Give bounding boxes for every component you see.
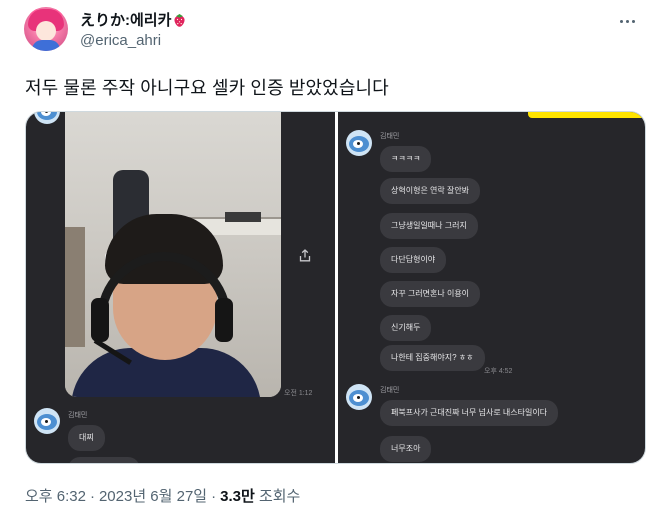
notification-bar (528, 112, 645, 118)
chat-bubble: ㅋㅋㅋㅋ (380, 146, 432, 172)
separator-dot: · (89, 488, 95, 505)
chat-bubble: 나한테 집중해야지? ㅎㅎ (380, 345, 485, 371)
sender-name: 김태민 (380, 387, 400, 394)
chat-bubble-partial (68, 457, 140, 463)
tweet-meta: 오후 6:32 · 2023년 6월 27일 · 3.3만 조회수 (25, 485, 300, 506)
message-timestamp: 오후 4:52 (484, 368, 513, 375)
author-avatar[interactable] (24, 7, 68, 51)
chat-bubble: 그냥생일일때나 그러지 (380, 213, 478, 239)
views-label: 조회수 (258, 488, 301, 505)
sender-name: 김태민 (68, 412, 88, 419)
author-handle[interactable]: @erica_ahri (80, 32, 161, 49)
tweet-date[interactable]: 2023년 6월 27일 (99, 488, 207, 505)
tweet-text: 저두 물론 주작 아니구요 셀카 인증 받았었습니다 (25, 78, 389, 98)
chat-bubble: 너무조아 (380, 436, 432, 462)
author-display-name[interactable]: えりか:에리카 (80, 9, 186, 30)
chat-avatar (346, 130, 372, 156)
selfie-photo (65, 112, 281, 397)
chat-bubble: 대찌 (68, 425, 105, 451)
share-icon[interactable] (294, 244, 316, 266)
chat-bubble: 자꾸 그러면혼나 이용이 (380, 281, 481, 307)
more-icon[interactable] (617, 13, 637, 29)
chat-avatar (34, 112, 60, 124)
chat-avatar (34, 408, 60, 434)
chat-bubble: 페북프사가 근대진짜 너무 넘사로 내스타일이다 (380, 400, 559, 426)
views-count: 3.3만 (220, 488, 255, 505)
tweet-time[interactable]: 오후 6:32 (25, 488, 86, 505)
chat-bubble: 신기해두 (380, 315, 432, 341)
chat-screenshot-left[interactable]: 오전 1:12 김태민 대찌 (26, 112, 335, 463)
author-name-text: えりか:에리카 (80, 12, 172, 29)
chat-bubble: 상혁이형은 연락 잘안봐 (380, 178, 481, 204)
sender-name: 김태민 (380, 133, 400, 140)
media-container[interactable]: 오전 1:12 김태민 대찌 김태민 ㅋㅋㅋㅋ 상혁이형은 연락 잘안봐 그냥생… (25, 111, 646, 464)
separator-dot: · (211, 488, 217, 505)
chat-screenshot-right[interactable]: 김태민 ㅋㅋㅋㅋ 상혁이형은 연락 잘안봐 그냥생일일때나 그러지 다단답형이야… (338, 112, 645, 463)
chat-bubble: 다단답형이야 (380, 247, 447, 273)
photo-timestamp: 오전 1:12 (284, 390, 313, 397)
strawberry-emoji (173, 13, 186, 27)
tweet: えりか:에리카 @erica_ahri 저두 물론 주작 아니구요 셀카 인증 … (0, 0, 661, 520)
chat-avatar (346, 384, 372, 410)
